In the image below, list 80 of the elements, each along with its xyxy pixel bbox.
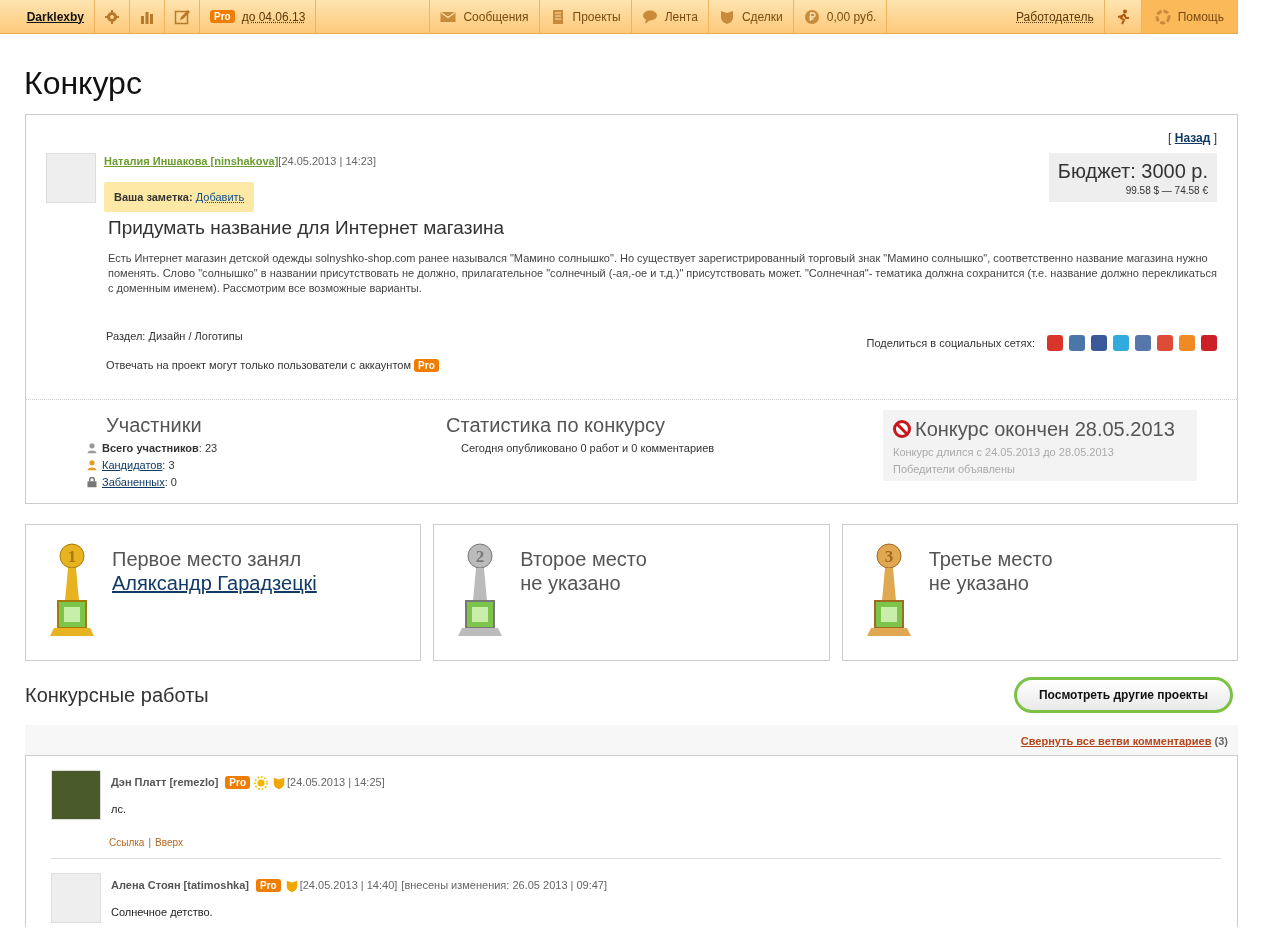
place-heading: Второе место	[520, 546, 647, 571]
participant-count: Всего участников: 23	[102, 440, 218, 456]
participant-link[interactable]: Забаненных	[102, 475, 165, 488]
winner-link[interactable]: Аляксандр Гарадзецкi	[112, 571, 317, 594]
avatar-placeholder	[46, 153, 96, 204]
gear-icon[interactable]	[104, 8, 120, 25]
social-share-icon[interactable]	[1201, 335, 1217, 352]
status-title: Конкурс окончен 28.05.2013	[915, 416, 1175, 442]
comment-text: Солнечное детство.	[111, 904, 214, 920]
bracket: [	[1168, 131, 1172, 146]
place-status: не указано	[928, 570, 1030, 595]
prohibited-icon	[893, 419, 911, 438]
project-description: Есть Интернет магазин детской одежды solnyshko-shop.com ранее назывался "Мамино солнышко". Но существует зарегистрированный торговый знак "Мамино солнышко", соответственно название магазина нужно поменять. Слово "солнышко" в названии присутствовать не должно, прилагательное "солнечный (-ая,-ое и т.д.)" присутствовать может. "Солнечная"- тематика должна сохранится (т.е. название должно перекликаться с доменным именем). Рассмотрим все возможные варианты.	[108, 250, 1217, 296]
section-title: Статистика по конкурсу	[446, 412, 667, 438]
pro-badge: Pro	[414, 359, 439, 373]
trophy-drawing: 3	[862, 542, 915, 639]
author-link[interactable]: Наталия Иншакова [ninshakova]	[104, 155, 279, 168]
back-link[interactable]: Назад	[1174, 131, 1211, 146]
share-label: Поделиться в социальных сетях:	[866, 335, 1035, 351]
comment-link[interactable]: Ссылка	[109, 835, 145, 851]
stats-text: Сегодня опубликовано 0 работ и 0 комментариев	[461, 440, 716, 456]
comment-date: [24.05.2013 | 14:40]	[299, 878, 398, 894]
social-share-icon[interactable]	[1069, 335, 1085, 352]
social-share-icon[interactable]	[1135, 335, 1151, 352]
project-title: Придумать название для Интернет магазина	[108, 216, 506, 241]
add-note-link[interactable]: Добавить	[195, 190, 245, 203]
edit-note: [внесены изменения: 26.05 2013 | 09:47]	[401, 878, 608, 894]
lifebuoy-icon	[1154, 8, 1171, 25]
section-title: Конкурсные работы	[25, 682, 209, 708]
lock-icon	[86, 476, 98, 489]
category-label: Раздел: Дизайн / Логотипы	[106, 328, 243, 344]
employer-link[interactable]: Работодатель	[1016, 7, 1094, 26]
speech-bubble-icon	[641, 8, 658, 25]
pro-expiry-link[interactable]: до 04.06.13	[241, 7, 306, 26]
user-link[interactable]: Darklexby	[26, 7, 84, 26]
bracket: ]	[1213, 131, 1217, 146]
comment-count: (3)	[1214, 734, 1228, 747]
participant-count: Забаненных: 0	[102, 474, 177, 490]
budget-amount: Бюджет: 3000 р.	[1057, 159, 1208, 185]
comment-link[interactable]: Вверх	[155, 835, 183, 851]
person-icon	[86, 459, 98, 472]
post-date: [24.05.2013 | 14:23]	[278, 155, 377, 168]
page-title: Конкурс	[24, 64, 143, 103]
trophy-drawing: 2	[454, 542, 507, 639]
edit-icon[interactable]	[174, 8, 190, 25]
social-share-icon[interactable]	[1047, 335, 1063, 352]
shield-icon	[272, 775, 287, 790]
budget-conversion: 99.58 $ — 74.58 €	[1124, 186, 1208, 197]
nav-link[interactable]: Проекты	[539, 0, 632, 33]
shield-icon	[284, 878, 299, 893]
restriction-text: Отвечать на проект могут только пользователи с аккаунтом	[106, 359, 412, 372]
social-share-icon[interactable]	[1091, 335, 1107, 352]
social-share-icon[interactable]	[1157, 335, 1173, 352]
nav-link[interactable]: 0,00 руб.	[793, 0, 888, 33]
section-title: Участники	[106, 412, 203, 438]
help-link[interactable]: Помощь	[1141, 0, 1238, 33]
comment-author: Алена Стоян [tatimoshka]	[111, 878, 249, 894]
link-divider: |	[148, 836, 151, 851]
pro-badge: Pro	[256, 879, 281, 893]
person-icon	[86, 442, 98, 455]
nav-link[interactable]: Лента	[631, 0, 709, 33]
note-label: Ваша заметка:	[114, 190, 193, 203]
pro-badge: Pro	[225, 776, 251, 790]
nav-link[interactable]: Сообщения	[429, 0, 540, 33]
trophy-drawing: 1	[46, 542, 98, 639]
participant-count: Кандидатов: 3	[102, 457, 175, 473]
place-heading: Третье место	[928, 546, 1053, 571]
shield-icon	[718, 8, 735, 25]
view-projects-button[interactable]: Посмотреть другие проекты	[1013, 676, 1233, 713]
pro-badge: Pro	[210, 10, 235, 23]
collapse-link[interactable]: Свернуть все ветви комментариев	[1020, 734, 1212, 747]
place-heading: Первое место занял	[112, 546, 303, 571]
coin-icon	[803, 8, 820, 25]
status-text: Победители объявлены	[893, 461, 1016, 477]
place-status: не указано	[520, 570, 622, 595]
comment-text: лс.	[111, 801, 127, 817]
comment-date: [24.05.2013 | 14:25]	[287, 775, 385, 791]
status-text: Конкурс длился с 24.05.2013 до 28.05.2013	[893, 444, 1115, 460]
nav-link[interactable]: Сделки	[708, 0, 794, 33]
comment-author: Дэн Платт [remezlo]	[111, 775, 219, 791]
